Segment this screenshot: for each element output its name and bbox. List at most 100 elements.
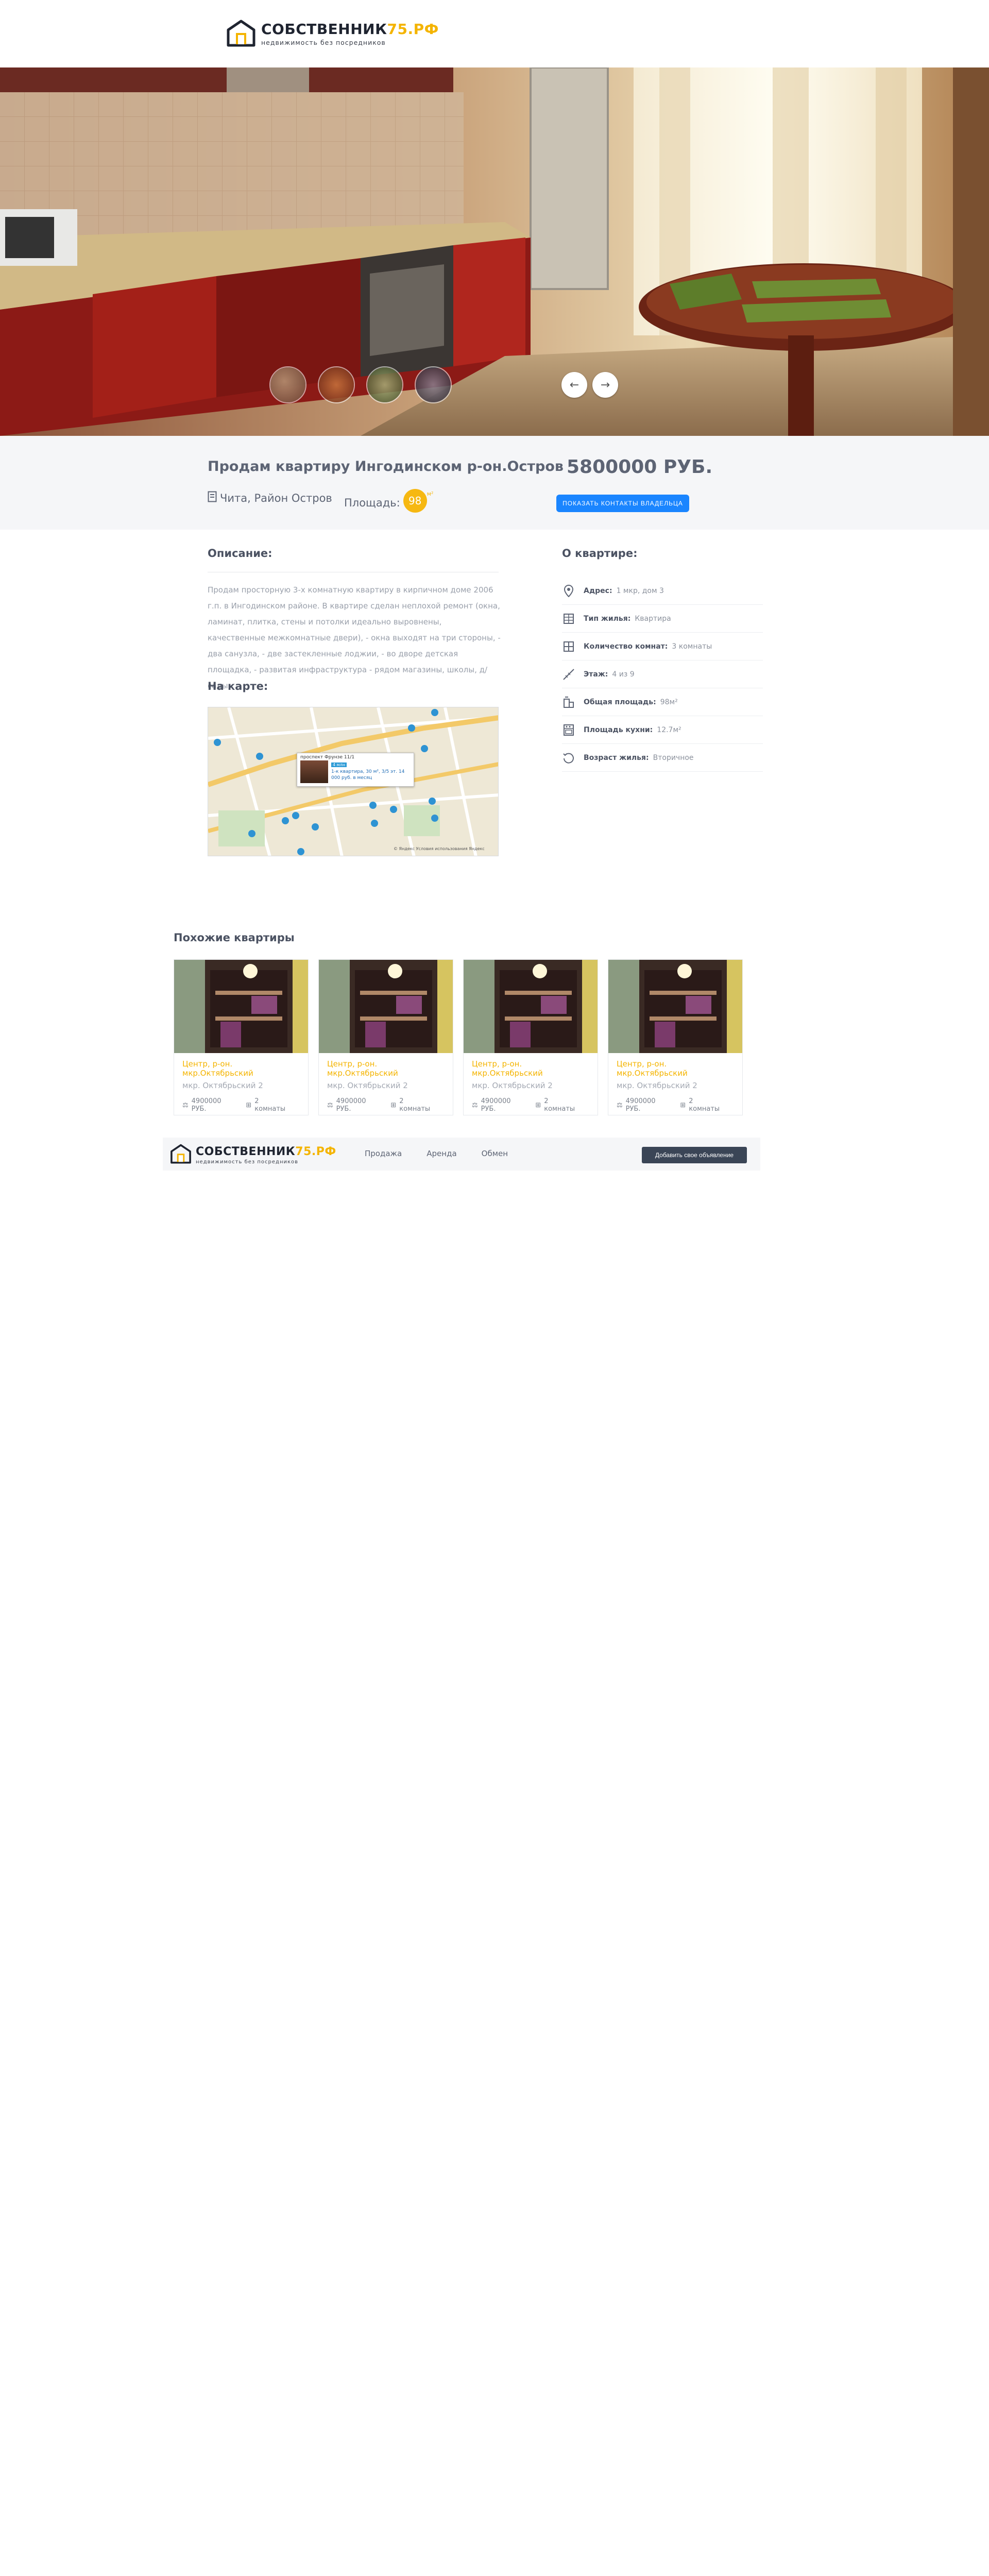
price-tag-icon: ⚖ — [182, 1101, 189, 1109]
card-rooms: 2 комнаты — [689, 1097, 720, 1113]
card-title[interactable]: Центр, р-он. мкр.Октябрьский — [472, 1059, 589, 1078]
card-title[interactable]: Центр, р-он. мкр.Октябрьский — [182, 1059, 300, 1078]
area-label: Площадь: — [344, 497, 400, 509]
similar-heading: Похожие квартиры — [174, 931, 295, 944]
map-heading: На карте: — [208, 680, 268, 692]
location-pin-icon — [562, 584, 575, 598]
card-rooms: 2 комнаты — [254, 1097, 286, 1113]
listing-location: Чита, Район Остров — [208, 491, 332, 505]
house-logo-icon — [226, 20, 256, 47]
about-label: Возраст жилья: — [584, 753, 649, 762]
about-row-address: Адрес: 1 мкр, дом 3 — [562, 577, 763, 605]
popup-image — [300, 760, 328, 783]
kitchen-icon — [562, 723, 575, 737]
about-value: 4 из 9 — [612, 670, 635, 679]
card-address: мкр. Октябрьский 2 — [617, 1081, 697, 1090]
gallery-thumbnail[interactable] — [415, 366, 452, 403]
gallery-thumbnail[interactable] — [269, 366, 306, 403]
similar-cards: Центр, р-он. мкр.Октябрьский мкр. Октябр… — [174, 959, 743, 1115]
about-row-kitchen-area: Площадь кухни: 12.7м² — [562, 716, 763, 744]
card-price: 4900000 РУБ. — [191, 1097, 221, 1113]
gallery-thumbnail[interactable] — [318, 366, 355, 403]
footer-nav: Продажа Аренда Обмен — [365, 1149, 508, 1158]
site-header: СОБСТВЕННИК75.РФ недвижимость без посред… — [0, 0, 989, 67]
card-rooms: 2 комнаты — [399, 1097, 431, 1113]
area-badge: 98 — [403, 489, 427, 513]
card-image — [174, 960, 308, 1053]
about-label: Этаж: — [584, 670, 608, 679]
listing-area: Площадь: 98 м² — [344, 489, 433, 515]
about-value: 1 мкр, дом 3 — [616, 586, 664, 595]
description-heading: Описание: — [208, 547, 272, 560]
site-logo[interactable]: СОБСТВЕННИК75.РФ недвижимость без посред… — [226, 20, 439, 47]
arrow-right-icon: → — [600, 378, 610, 392]
about-value: Вторичное — [653, 753, 694, 762]
card-address: мкр. Октябрьский 2 — [182, 1081, 263, 1090]
rooms-grid-icon: ⊞ — [535, 1101, 541, 1109]
rooms-grid-icon: ⊞ — [680, 1101, 686, 1109]
about-row-total-area: Общая площадь: 98м² — [562, 688, 763, 716]
location-text: Чита, Район Остров — [220, 492, 332, 504]
about-label: Площадь кухни: — [584, 725, 653, 734]
about-value: Квартира — [635, 614, 671, 623]
map-credit: © Яндекс Условия использования Яндекс — [394, 846, 485, 851]
map-popup[interactable]: проспект Фрунзе 11/1 4 млн 1-к квартира,… — [297, 753, 414, 787]
gallery-thumbnail[interactable] — [366, 366, 403, 403]
about-value: 98м² — [660, 698, 678, 706]
about-label: Тип жилья: — [584, 614, 631, 623]
show-contacts-button[interactable]: ПОКАЗАТЬ КОНТАКТЫ ВЛАДЕЛЬЦА — [556, 495, 689, 512]
footer-link-exchange[interactable]: Обмен — [482, 1149, 508, 1158]
logo-title-main: СОБСТВЕННИК — [196, 1145, 296, 1158]
logo-title-accent: 75.РФ — [387, 21, 439, 38]
card-image — [464, 960, 598, 1053]
price-tag-icon: ⚖ — [327, 1101, 333, 1109]
card-title[interactable]: Центр, р-он. мкр.Октябрьский — [617, 1059, 734, 1078]
about-label: Общая площадь: — [584, 698, 656, 706]
footer-logo[interactable]: СОБСТВЕННИК75.РФ недвижимость без посред… — [170, 1144, 336, 1166]
description-text: Продам просторную 3-х комнатную квартиру… — [208, 585, 501, 690]
card-address: мкр. Октябрьский 2 — [327, 1081, 408, 1090]
about-label: Количество комнат: — [584, 642, 668, 651]
photo-gallery: ← → — [0, 67, 989, 436]
footer-link-sale[interactable]: Продажа — [365, 1149, 402, 1158]
popup-title: проспект Фрунзе 11/1 — [300, 755, 355, 760]
about-heading: О квартире: — [562, 547, 638, 560]
rooms-grid-icon: ⊞ — [246, 1101, 252, 1109]
card-image — [319, 960, 453, 1053]
area-icon — [562, 696, 575, 709]
about-row-floor: Этаж: 4 из 9 — [562, 660, 763, 688]
gallery-thumbnails — [269, 366, 452, 403]
footer-link-rent[interactable]: Аренда — [427, 1149, 456, 1158]
card-price: 4900000 РУБ. — [481, 1097, 511, 1113]
similar-card[interactable]: Центр, р-он. мкр.Октябрьский мкр. Октябр… — [318, 959, 453, 1115]
gallery-next-button[interactable]: → — [592, 372, 618, 398]
gallery-prev-button[interactable]: ← — [561, 372, 587, 398]
house-logo-icon — [170, 1144, 192, 1166]
history-icon — [562, 751, 575, 765]
similar-card[interactable]: Центр, р-он. мкр.Октябрьский мкр. Октябр… — [463, 959, 598, 1115]
similar-card[interactable]: Центр, р-он. мкр.Октябрьский мкр. Октябр… — [608, 959, 743, 1115]
about-value: 12.7м² — [657, 725, 681, 734]
card-address: мкр. Октябрьский 2 — [472, 1081, 553, 1090]
popup-tag: 4 млн — [331, 762, 347, 767]
location-map[interactable]: проспект Фрунзе 11/1 4 млн 1-к квартира,… — [208, 707, 499, 856]
popup-text[interactable]: 1-к квартира, 30 м², 3/5 эт. 14 000 руб.… — [331, 769, 408, 781]
about-value: 3 комнаты — [672, 642, 712, 651]
logo-title-main: СОБСТВЕННИК — [261, 21, 387, 38]
arrow-left-icon: ← — [569, 378, 579, 392]
site-footer: СОБСТВЕННИК75.РФ недвижимость без посред… — [163, 1138, 760, 1171]
listing-summary-band — [0, 436, 989, 530]
add-listing-button[interactable]: Добавить свое объявление — [642, 1147, 747, 1163]
price-tag-icon: ⚖ — [472, 1101, 478, 1109]
similar-card[interactable]: Центр, р-он. мкр.Октябрьский мкр. Октябр… — [174, 959, 309, 1115]
rooms-grid-icon: ⊞ — [390, 1101, 397, 1109]
document-icon — [208, 491, 217, 505]
listing-price: 5800000 РУБ. — [567, 456, 713, 478]
rooms-grid-icon — [562, 640, 575, 653]
listing-title: Продам квартиру Ингодинском р-он.Остров — [208, 459, 564, 474]
stairs-icon — [562, 668, 575, 681]
card-image — [608, 960, 742, 1053]
about-row-age: Возраст жилья: Вторичное — [562, 744, 763, 772]
card-title[interactable]: Центр, р-он. мкр.Октябрьский — [327, 1059, 445, 1078]
logo-title-accent: 75.РФ — [295, 1145, 336, 1158]
